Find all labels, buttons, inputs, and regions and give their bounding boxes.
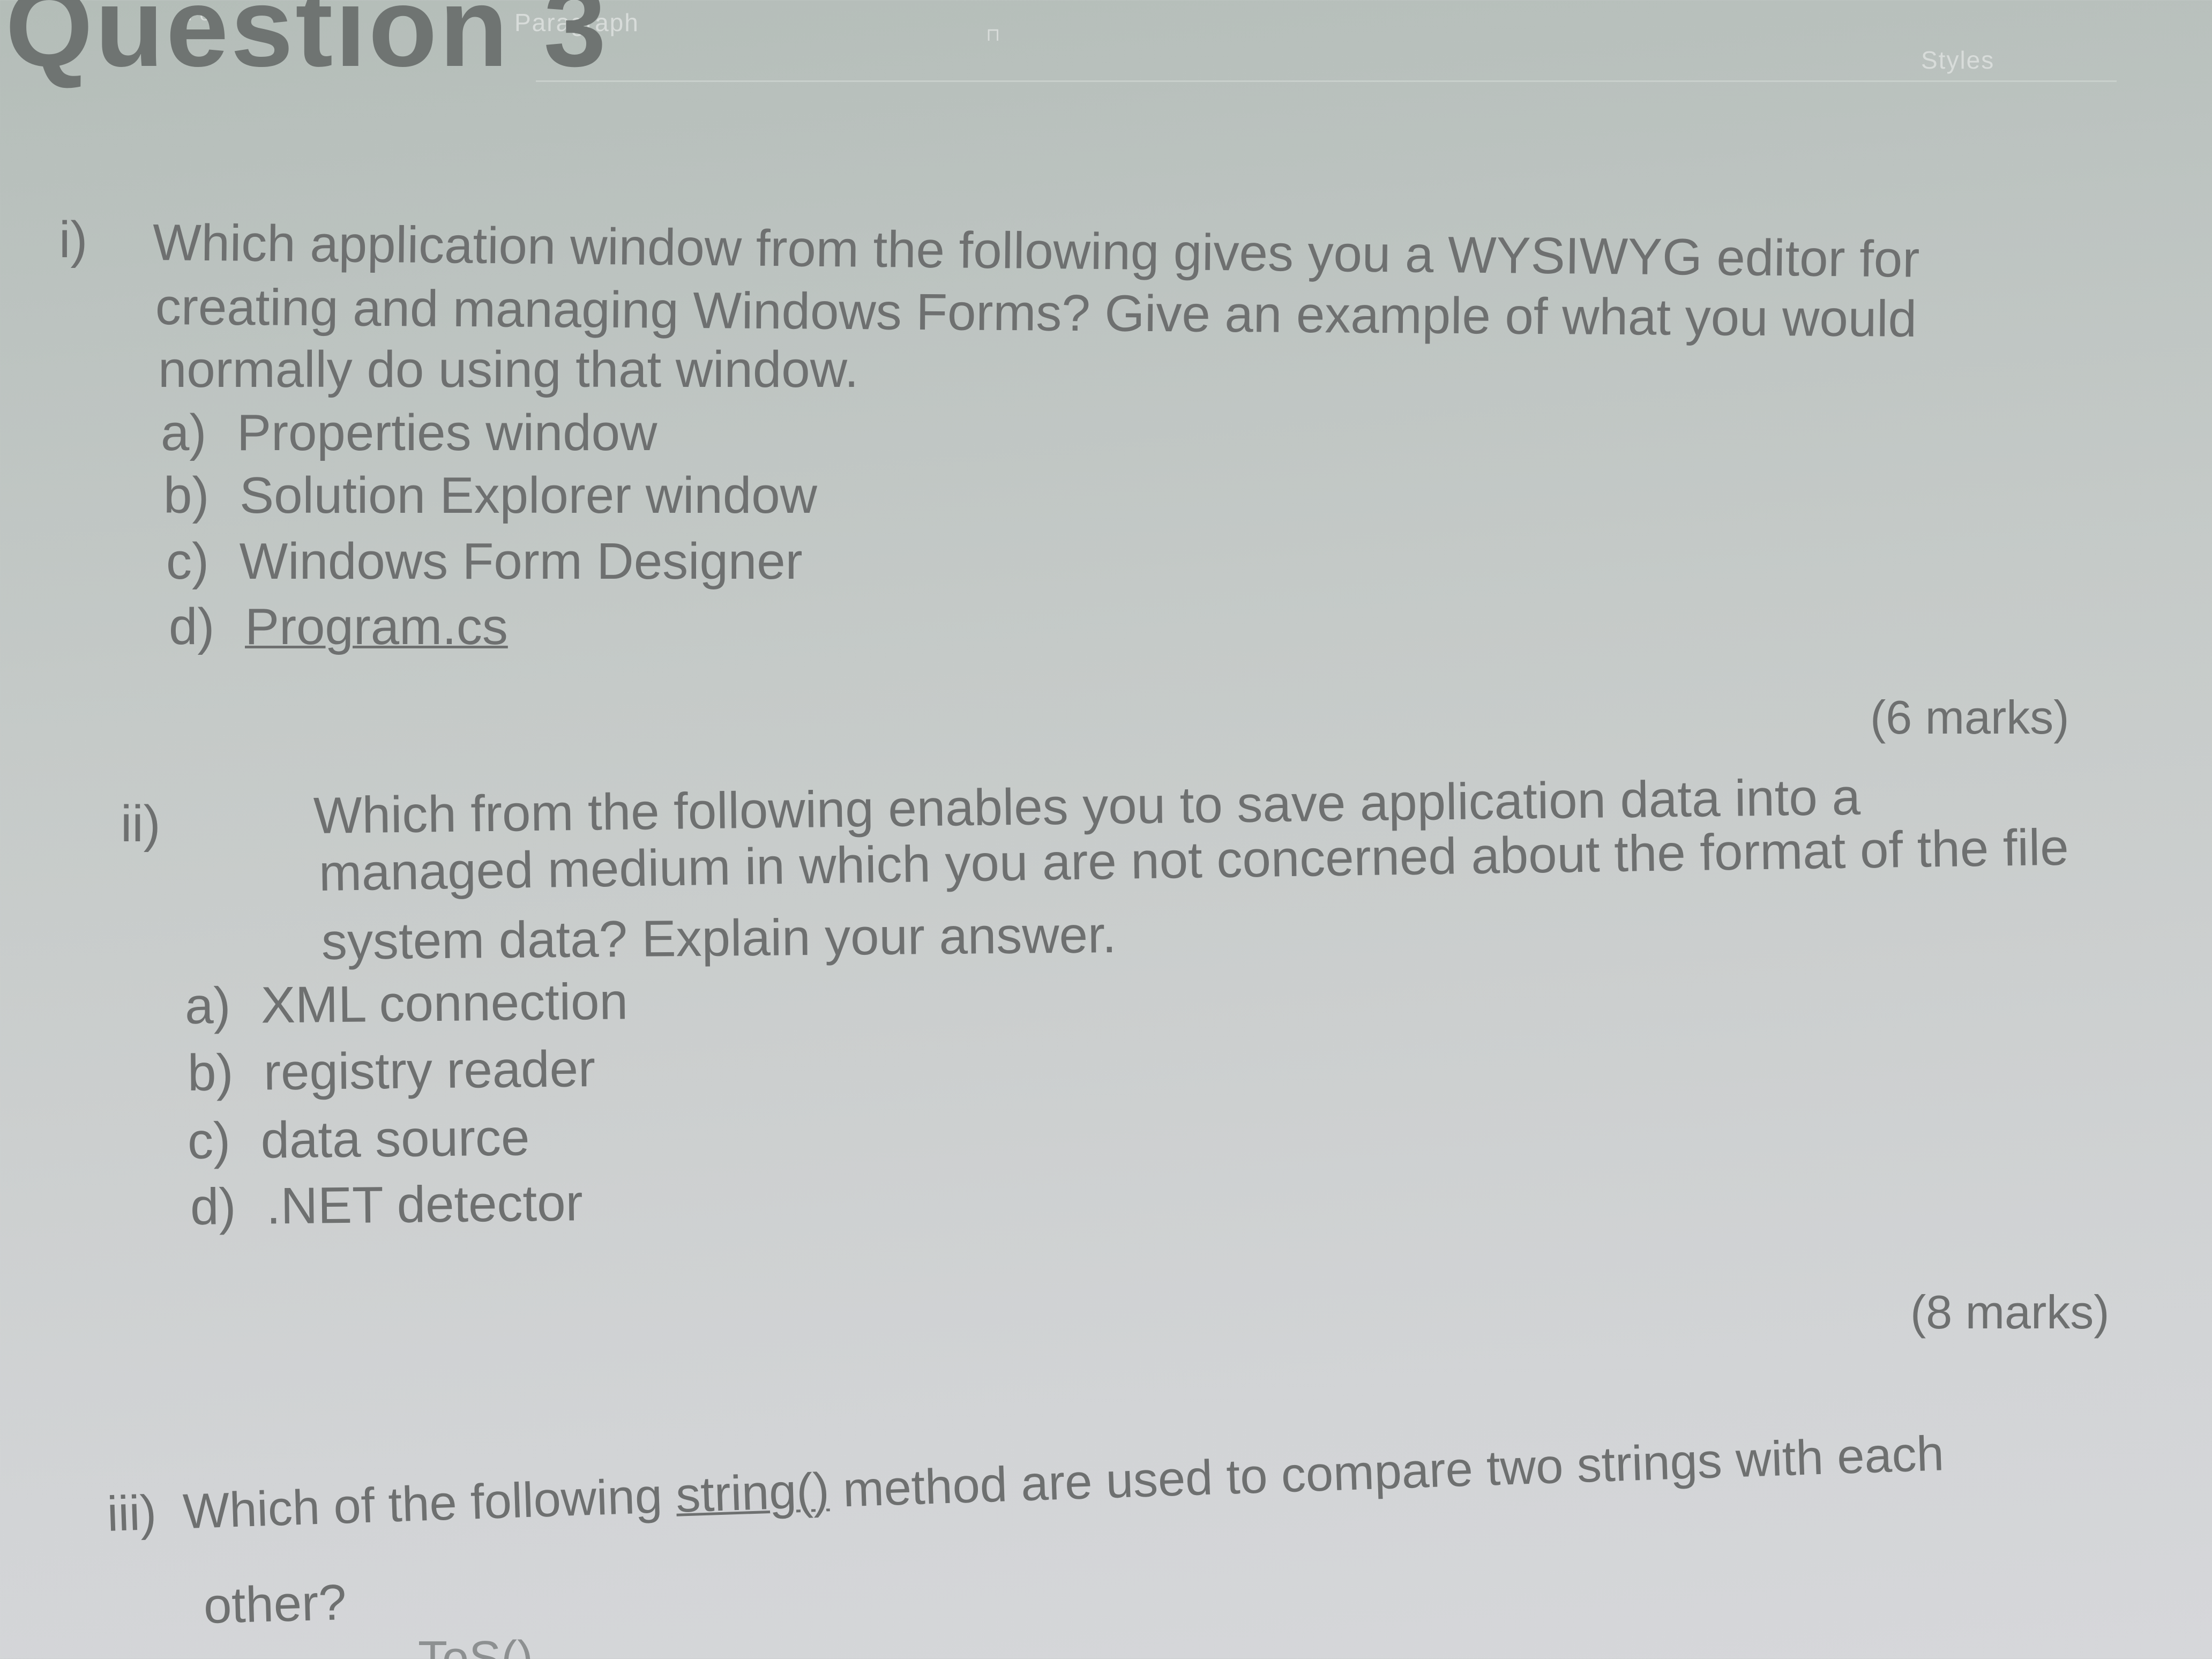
q1-option-a-letter: a) — [161, 404, 207, 461]
q1-line-3: normally do using that window. — [158, 341, 859, 398]
question-heading: Question 3 — [5, 0, 609, 90]
q2-option-c: c) data source — [187, 1109, 530, 1170]
q1-option-d-letter: d) — [169, 598, 215, 655]
q2-option-b-text: registry reader — [263, 1040, 596, 1101]
q2-option-a: a) XML connection — [184, 973, 629, 1035]
q1-option-c-text: Windows Form Designer — [239, 533, 803, 590]
q1-line-1: Which application window from the follow… — [152, 214, 1920, 288]
q1-line-2: creating and managing Windows Forms? Giv… — [155, 278, 1917, 348]
q1-option-b-text: Solution Explorer window — [240, 467, 817, 524]
q2-option-c-text: data source — [260, 1109, 530, 1169]
q1-number: i) — [59, 211, 88, 268]
q2-option-a-text: XML connection — [260, 973, 629, 1034]
q2-option-d-letter: d) — [190, 1178, 236, 1236]
q3-text-after: method are used to compare two strings w… — [828, 1426, 1945, 1518]
ribbon-divider — [536, 80, 2117, 82]
q3-line-2: other? — [203, 1574, 347, 1634]
q2-option-a-letter: a) — [184, 977, 231, 1035]
q1-option-d: d) Program.cs — [169, 601, 508, 653]
q1-option-c: c) Windows Form Designer — [166, 536, 803, 587]
q3-text-before: Which of the following — [182, 1468, 677, 1540]
q2-line-3: system data? Explain your answer. — [321, 906, 1117, 970]
q2-option-c-letter: c) — [187, 1112, 231, 1170]
q3-text-underlined: string() — [675, 1463, 831, 1523]
q1-option-b-letter: b) — [163, 467, 210, 524]
q3-line-1: iii) Which of the following string() met… — [106, 1426, 1945, 1542]
q2-option-b: b) registry reader — [187, 1040, 596, 1102]
q2-number: ii) — [121, 795, 161, 853]
q2-option-d-text: .NET detector — [266, 1174, 584, 1235]
q1-option-c-letter: c) — [166, 533, 209, 590]
q3-number: iii) — [106, 1485, 158, 1542]
q1-marks: (6 marks) — [1870, 691, 2069, 744]
q3-partial-option: ToS() — [418, 1632, 534, 1659]
ribbon-styles-group: Styles — [1921, 46, 1995, 74]
q1-option-b: b) Solution Explorer window — [163, 470, 817, 521]
q2-option-d: d) .NET detector — [190, 1174, 584, 1236]
dialog-launcher-icon[interactable]: ⊓ — [986, 24, 1002, 46]
q1-option-a-text: Properties window — [237, 404, 657, 461]
q2-marks: (8 marks) — [1910, 1286, 2110, 1339]
q1-option-a: a) Properties window — [161, 407, 657, 459]
q2-option-b-letter: b) — [187, 1044, 234, 1102]
q1-option-d-text: Program.cs — [245, 598, 508, 655]
